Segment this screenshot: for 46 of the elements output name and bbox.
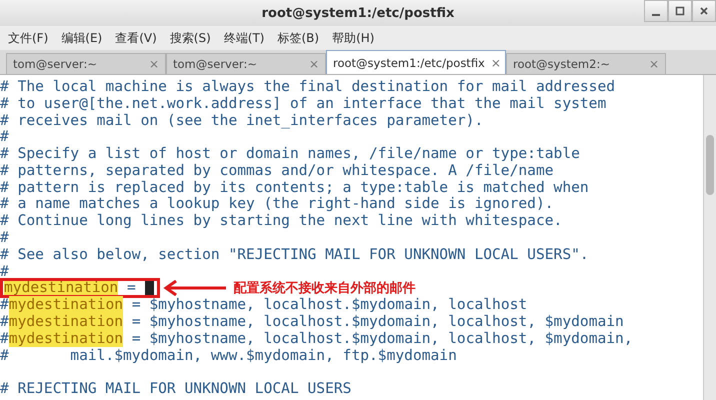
comment-text: # pattern is replaced by its contents; a type:table is matched when bbox=[0, 178, 589, 196]
config-text: = bbox=[126, 279, 137, 296]
close-icon bbox=[699, 6, 709, 16]
scrollbar[interactable] bbox=[703, 75, 716, 400]
comment-text: # Specify a list of host or domain names, /file/name or type:table bbox=[0, 145, 580, 162]
search-match: mydestination bbox=[8, 330, 124, 347]
menu-item[interactable]: 标签(B) bbox=[277, 30, 320, 46]
arrow-icon bbox=[162, 280, 228, 296]
terminal-tab[interactable]: tom@server:~ × bbox=[6, 53, 166, 74]
comment-text: # Continue long lines by starting the next line with whitespace. bbox=[0, 212, 562, 230]
menu-item[interactable]: 文件(F) bbox=[8, 30, 48, 46]
comment-text: # REJECTING MAIL FOR UNKNOWN LOCAL USERS bbox=[0, 380, 352, 398]
comment-text: # bbox=[0, 128, 9, 146]
comment-text: # mail.$mydomain, www.$mydomain, ftp.$mydomain bbox=[0, 346, 457, 364]
comment-text: # bbox=[0, 330, 9, 347]
annotation-text: 配置系统不接收来自外部的邮件 bbox=[234, 280, 416, 297]
comment-text: # patterns, separated by commas and/or whitespace. A /file/name bbox=[0, 162, 554, 179]
comment-text: # The local machine is always the final destination for mail addressed bbox=[0, 78, 616, 95]
minimize-button[interactable] bbox=[644, 0, 668, 22]
menu-item[interactable]: 帮助(H) bbox=[332, 30, 374, 46]
comment-text: # a name matches a lookup key (the right-hand side is ignored). bbox=[0, 195, 554, 212]
menu-item[interactable]: 终端(T) bbox=[224, 30, 264, 46]
comment-text: # bbox=[0, 229, 9, 246]
minimize-icon bbox=[652, 14, 660, 16]
comment-text: = $myhostname, localhost.$mydomain, localhost bbox=[130, 296, 528, 314]
maximize-icon bbox=[675, 6, 685, 16]
comment-text: = $myhostname, localhost.$mydomain, localhost, $mydomain bbox=[130, 313, 624, 330]
terminal-tab[interactable]: root@system2:~ × bbox=[506, 53, 666, 74]
comment-text: = $myhostname, localhost.$mydomain, localhost, $mydomain, bbox=[130, 330, 633, 347]
comment-text: # to user@[the.net.work.address] of an interface that the mail system bbox=[0, 94, 606, 112]
terminal-tab[interactable]: tom@server:~ × bbox=[166, 53, 326, 74]
comment-text: # bbox=[0, 313, 9, 330]
comment-text: # See also below, section "REJECTING MAIL FOR UNKNOWN LOCAL USERS". bbox=[0, 246, 589, 263]
comment-text: # receives mail on (see the inet_interfaces parameter). bbox=[0, 112, 484, 128]
comment-text: # bbox=[0, 262, 9, 280]
tab-close-button[interactable]: × bbox=[490, 56, 501, 70]
comment-text: # bbox=[0, 296, 9, 314]
search-match: mydestination bbox=[8, 296, 124, 314]
terminal-tab[interactable]: root@system1:/etc/postfix × bbox=[326, 50, 506, 74]
window-title: root@system1:/etc/postfix bbox=[262, 6, 454, 20]
maximize-button[interactable] bbox=[668, 0, 692, 22]
menu-item[interactable]: 编辑(E) bbox=[61, 30, 102, 46]
menu-item[interactable]: 查看(V) bbox=[115, 30, 157, 46]
menu-item[interactable]: 搜索(S) bbox=[170, 30, 211, 46]
close-button[interactable] bbox=[692, 0, 716, 22]
search-match: mydestination bbox=[8, 313, 124, 330]
